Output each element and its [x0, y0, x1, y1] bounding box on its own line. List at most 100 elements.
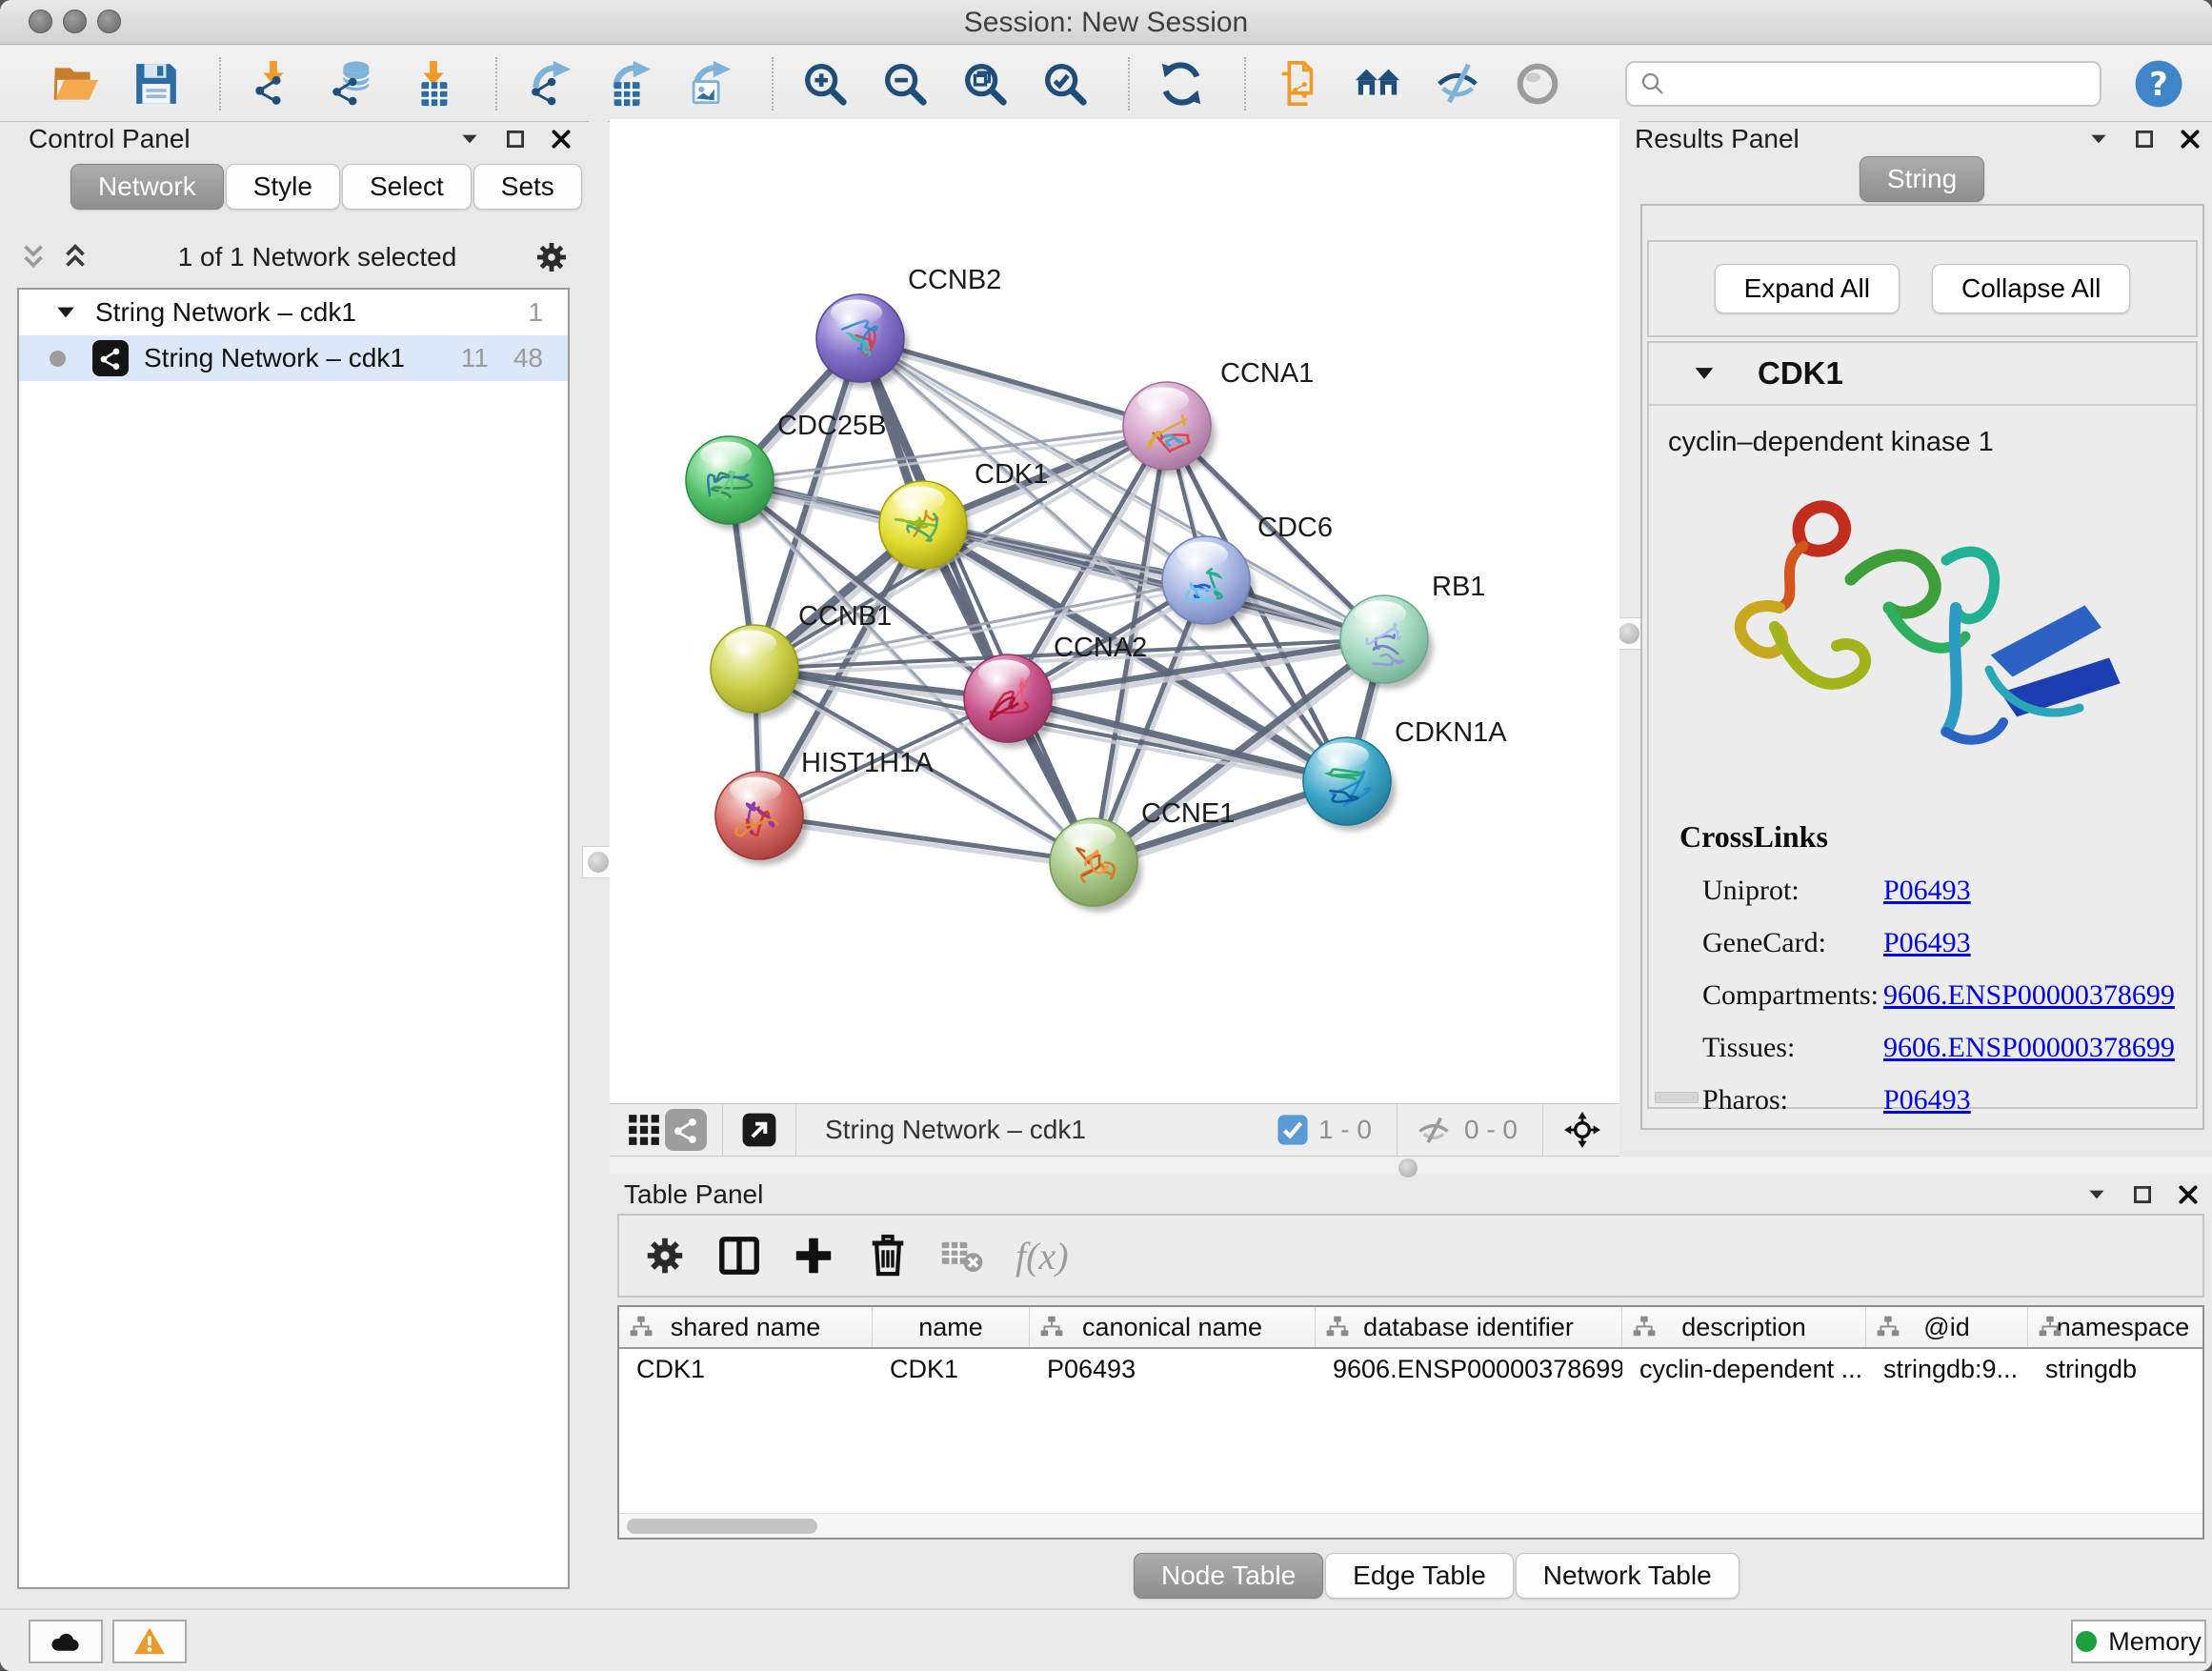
table-row[interactable]: CDK1CDK1P064939606.ENSP00000378699cyclin… — [619, 1349, 2202, 1389]
column-label: @id — [1923, 1313, 1969, 1342]
delete-column-icon[interactable] — [861, 1229, 915, 1282]
show-columns-icon[interactable] — [713, 1229, 766, 1282]
table-panel-collapse-icon[interactable] — [2084, 1182, 2109, 1207]
zoom-in-icon — [801, 60, 849, 108]
share-document-button[interactable] — [1271, 57, 1324, 111]
search-input[interactable] — [1667, 65, 2088, 103]
network-row-selected[interactable]: String Network – cdk1 11 48 — [19, 335, 568, 381]
column-type-icon — [1876, 1315, 1900, 1339]
column-header-shared-name[interactable]: shared name — [619, 1307, 873, 1347]
expand-all-button[interactable]: Expand All — [1715, 264, 1900, 313]
zoom-selected-button[interactable] — [1038, 57, 1092, 111]
crosslink-value-link[interactable]: P06493 — [1883, 875, 1971, 907]
column-label: namespace — [2057, 1313, 2190, 1342]
crosslink-value-link[interactable]: P06493 — [1883, 927, 1971, 959]
network-canvas[interactable]: CCNB2CCNA1CDC25BCDK1CDC6RB1CCNB1CCNA2CDK… — [610, 119, 1619, 1103]
selected-indicator-checkbox[interactable] — [1277, 1114, 1309, 1146]
results-panel-float-icon[interactable] — [2132, 127, 2157, 151]
table-options-gear-icon[interactable] — [638, 1229, 692, 1282]
tab-sets[interactable]: Sets — [473, 164, 582, 210]
warnings-button[interactable] — [112, 1620, 187, 1663]
search-box[interactable] — [1625, 61, 2101, 107]
memory-button[interactable]: Memory — [2071, 1620, 2206, 1663]
import-table-button[interactable] — [406, 57, 459, 111]
gene-card-header[interactable]: CDK1 — [1649, 343, 2196, 406]
function-builder-icon: f(x) — [1016, 1234, 1069, 1278]
toolbar-separator — [1244, 57, 1246, 111]
control-panel-collapse-icon[interactable] — [457, 127, 482, 151]
column-header-name[interactable]: name — [873, 1307, 1030, 1347]
save-session-button[interactable] — [130, 57, 183, 111]
string-home-button[interactable] — [1351, 57, 1404, 111]
tab-style[interactable]: Style — [226, 164, 340, 210]
column-header--id[interactable]: @id — [1866, 1307, 2028, 1347]
crosslink-label: Tissues: — [1702, 1032, 1883, 1064]
network-type-icon[interactable] — [665, 1109, 707, 1151]
tab-network-table[interactable]: Network Table — [1516, 1553, 1739, 1599]
import-database-button[interactable] — [326, 57, 379, 111]
refresh-button[interactable] — [1155, 57, 1208, 111]
fit-selected-crosshair-icon[interactable] — [1558, 1106, 1606, 1154]
table-scrollbar-thumb[interactable] — [627, 1519, 817, 1534]
column-header-canonical-name[interactable]: canonical name — [1030, 1307, 1316, 1347]
results-panel-close-icon[interactable] — [2178, 127, 2202, 151]
column-header-database-identifier[interactable]: database identifier — [1316, 1307, 1622, 1347]
tab-string[interactable]: String — [1860, 156, 1984, 202]
open-session-button[interactable] — [50, 57, 103, 111]
crosslink-value-link[interactable]: P06493 — [1883, 1084, 1971, 1117]
tab-select[interactable]: Select — [342, 164, 472, 210]
results-panel-collapse-icon[interactable] — [2086, 127, 2111, 151]
export-network-button[interactable] — [522, 57, 575, 111]
network-graph[interactable]: CCNB2CCNA1CDC25BCDK1CDC6RB1CCNB1CCNA2CDK… — [610, 119, 1619, 1103]
zoom-out-button[interactable] — [878, 57, 932, 111]
column-header-namespace[interactable]: namespace — [2028, 1307, 2204, 1347]
network-collection-row[interactable]: String Network – cdk1 1 — [19, 290, 568, 335]
toolbar-separator — [495, 57, 497, 111]
crosslink-value-link[interactable]: 9606.ENSP00000378699 — [1883, 979, 2175, 1012]
detach-view-icon[interactable] — [738, 1109, 780, 1151]
expand-all-tree-icon[interactable] — [17, 241, 50, 273]
table-panel-close-icon[interactable] — [2176, 1182, 2201, 1207]
import-network-button[interactable] — [246, 57, 299, 111]
table-panel-float-icon[interactable] — [2130, 1182, 2155, 1207]
column-label: canonical name — [1082, 1313, 1262, 1342]
tab-node-table[interactable]: Node Table — [1134, 1553, 1323, 1599]
network-icon — [92, 340, 129, 376]
birds-eye-view-icon[interactable] — [623, 1109, 665, 1151]
collection-expander-icon[interactable] — [53, 300, 78, 325]
column-header-description[interactable]: description — [1622, 1307, 1866, 1347]
hide-unhide-icon — [1434, 60, 1481, 108]
network-selection-status: 1 of 1 Network selected — [101, 242, 533, 272]
add-column-icon[interactable] — [787, 1229, 840, 1282]
crosslink-value-link[interactable]: 9606.ENSP00000378699 — [1883, 1032, 2175, 1064]
collapse-all-tree-icon[interactable] — [59, 241, 91, 273]
tab-network[interactable]: Network — [70, 164, 224, 210]
gray-eye-button[interactable] — [1511, 57, 1564, 111]
horizontal-splitter[interactable] — [610, 1157, 2212, 1174]
export-network-icon — [525, 60, 573, 108]
horizontal-splitter-handle[interactable] — [1398, 1158, 1418, 1178]
control-panel-float-icon[interactable] — [503, 127, 528, 151]
network-status-dot — [50, 351, 66, 367]
cloud-status-button[interactable] — [29, 1620, 103, 1663]
zoom-in-button[interactable] — [798, 57, 852, 111]
network-options-gear-icon[interactable] — [533, 239, 570, 275]
export-image-button[interactable] — [682, 57, 735, 111]
control-panel-close-icon[interactable] — [549, 127, 573, 151]
tab-edge-table[interactable]: Edge Table — [1325, 1553, 1514, 1599]
left-splitter[interactable] — [589, 119, 608, 1157]
hide-unhide-button[interactable] — [1431, 57, 1484, 111]
table-cell: cyclin-dependent ... — [1622, 1355, 1866, 1384]
node-label-CCNA1: CCNA1 — [1220, 358, 1314, 389]
table-scrollbar[interactable] — [619, 1513, 2202, 1538]
export-table-button[interactable] — [602, 57, 655, 111]
collapse-all-button[interactable]: Collapse All — [1932, 264, 2130, 313]
help-button[interactable]: ? — [2134, 59, 2183, 109]
column-label: description — [1681, 1313, 1806, 1342]
gene-card-scrollbar[interactable] — [1655, 1092, 1699, 1103]
hidden-indicator-icon[interactable] — [1413, 1109, 1455, 1151]
crosslink-label: GeneCard: — [1702, 927, 1883, 959]
right-splitter[interactable] — [1619, 119, 1639, 1157]
gene-expander-icon[interactable] — [1691, 360, 1718, 387]
zoom-fit-button[interactable] — [958, 57, 1012, 111]
